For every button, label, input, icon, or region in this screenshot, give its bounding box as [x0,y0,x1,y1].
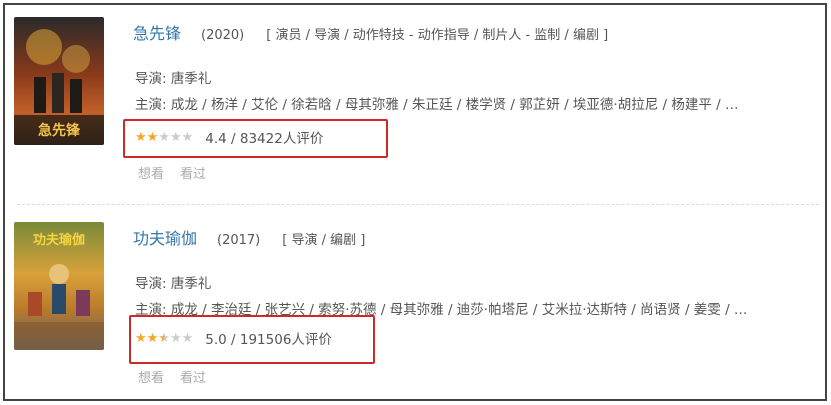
star-full-icon: ★ [135,330,147,346]
movie-entry: 急先锋 急先锋 (2020) [ 演员 / 导演 / 动作特技 - 动作指导 / 制… [5,5,825,201]
movie-title-link[interactable]: 急先锋 [133,24,181,43]
movie-entry: 功夫瑜伽 功夫瑜伽 (2017)[ 导演 / 编剧 ] 导演: 唐季礼 主演: 成… [5,210,825,405]
want-to-watch-link[interactable]: 想看 [138,163,164,182]
watched-link[interactable]: 看过 [180,367,206,386]
director-name: 唐季礼 [170,71,212,87]
star-empty-icon: ★ [169,330,182,346]
star-rating: ★ ★ ★ ★ ★ [135,131,193,144]
watched-link[interactable]: 看过 [180,163,206,182]
director-line: 导演: 唐季礼 [135,67,211,87]
star-full-icon: ★ [146,330,159,346]
poster-caption: 功夫瑜伽 [33,232,85,248]
director-line: 导演: 唐季礼 [135,272,211,292]
rating-row: ★ ★ ★ ★ ★ 5.0 / 191506人评价 [135,327,332,349]
star-half-icon: ★ [158,330,170,346]
search-results-panel: 急先锋 急先锋 (2020) [ 演员 / 导演 / 动作特技 - 动作指导 / 制… [3,3,827,401]
movie-year: (2017) [217,233,261,248]
action-links: 想看 看过 [138,163,206,182]
movie-title-link[interactable]: 功夫瑜伽 [133,229,197,248]
star-full-icon: ★ [135,129,147,145]
movie-roles: [ 导演 / 编剧 ] [282,233,366,248]
movie-year: (2020) [201,28,245,43]
rating-text: 5.0 / 191506人评价 [205,332,332,348]
rating-text: 4.4 / 83422人评价 [205,131,324,147]
movie-roles: [ 演员 / 导演 / 动作特技 - 动作指导 / 制片人 - 监制 / 编剧 … [266,28,609,43]
star-rating: ★ ★ ★ ★ ★ [135,332,193,345]
cast-line: 主演: 成龙 / 杨洋 / 艾伦 / 徐若晗 / 母其弥雅 / 朱正廷 / 楼学… [135,93,815,113]
star-empty-icon: ★ [181,330,194,346]
divider [17,204,819,205]
cast-names: 成龙 / 杨洋 / 艾伦 / 徐若晗 / 母其弥雅 / 朱正廷 / 楼学贤 / … [170,97,739,113]
movie-poster[interactable]: 功夫瑜伽 [14,222,104,350]
title-row: 功夫瑜伽 (2017) [ 导演 / 编剧 ] [133,225,365,249]
title-row: 急先锋 (2020) [ 演员 / 导演 / 动作特技 - 动作指导 / 制片人 -… [133,20,608,44]
director-name: 唐季礼 [170,276,212,292]
director-label: 导演: [135,276,167,292]
poster-caption: 急先锋 [38,122,81,139]
star-empty-icon: ★ [169,129,182,145]
star-empty-icon: ★ [181,129,194,145]
star-empty-icon: ★ [158,129,170,145]
want-to-watch-link[interactable]: 想看 [138,367,164,386]
action-links: 想看 看过 [138,367,206,386]
star-full-icon: ★ [146,129,159,145]
movie-poster[interactable]: 急先锋 [14,17,104,145]
cast-label: 主演: [135,97,167,113]
rating-row: ★ ★ ★ ★ ★ 4.4 / 83422人评价 [135,126,323,148]
director-label: 导演: [135,71,167,87]
